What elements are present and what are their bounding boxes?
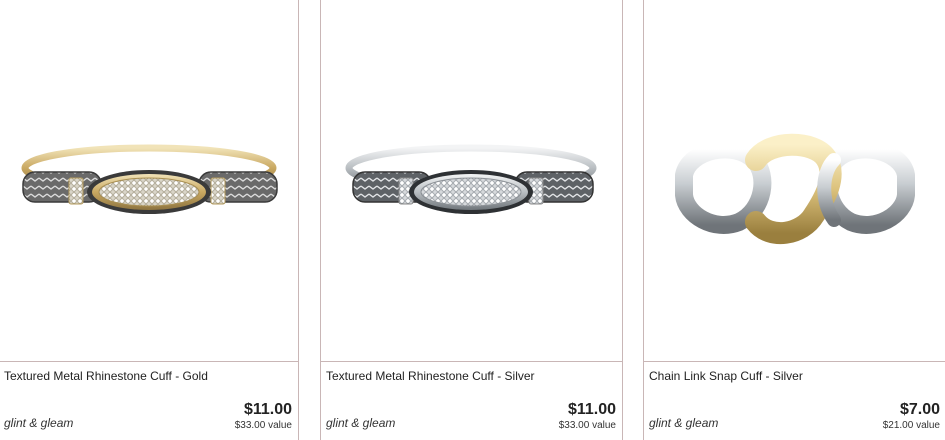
product-price: $11.00 (567, 401, 616, 418)
product-image-area[interactable] (0, 0, 298, 362)
product-title[interactable]: Chain Link Snap Cuff - Silver (649, 369, 803, 383)
product-card[interactable]: Textured Metal Rhinestone Cuff - Silver … (320, 0, 623, 440)
chain-link-cuff-image[interactable] (644, 0, 945, 361)
silver-rhinestone-cuff-image[interactable] (321, 0, 622, 361)
product-brand: glint & gleam (649, 416, 719, 430)
product-value: $33.00 value (558, 420, 616, 431)
product-price: $11.00 (243, 401, 292, 418)
product-brand: glint & gleam (4, 416, 74, 430)
gold-rhinestone-cuff-image[interactable] (0, 0, 298, 361)
product-card[interactable]: Chain Link Snap Cuff - Silver glint & gl… (643, 0, 945, 440)
product-price: $7.00 (899, 401, 940, 418)
product-title[interactable]: Textured Metal Rhinestone Cuff - Silver (326, 369, 535, 383)
product-title[interactable]: Textured Metal Rhinestone Cuff - Gold (4, 369, 208, 383)
product-value: $33.00 value (234, 420, 292, 431)
product-image-area[interactable] (644, 0, 945, 362)
product-value: $21.00 value (882, 420, 940, 431)
product-image-area[interactable] (321, 0, 622, 362)
product-brand: glint & gleam (326, 416, 396, 430)
product-card[interactable]: Textured Metal Rhinestone Cuff - Gold gl… (0, 0, 299, 440)
